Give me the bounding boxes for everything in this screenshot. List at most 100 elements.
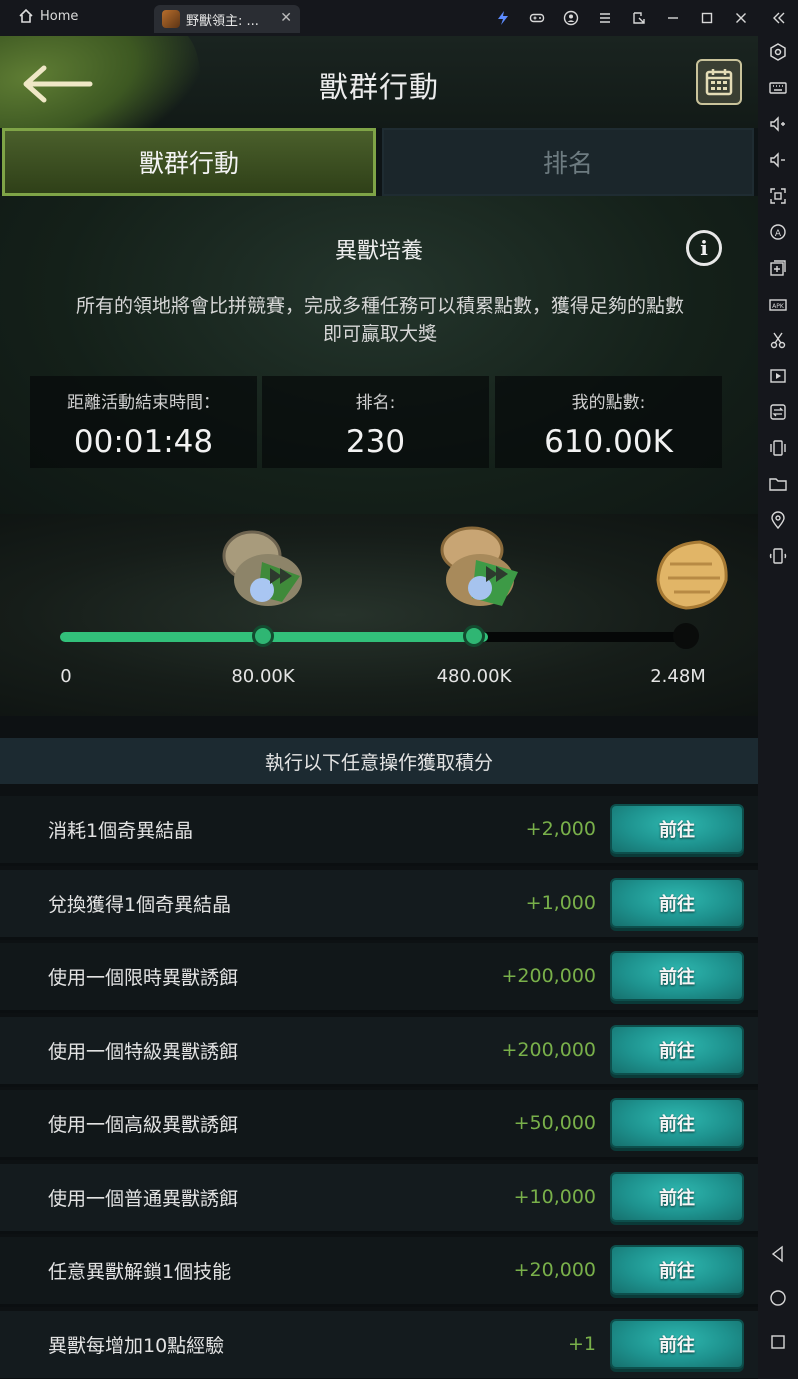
emulator-sidebar: A APK	[758, 36, 798, 1379]
menu-icon[interactable]	[588, 0, 622, 36]
task-row: 使用一個普通異獸誘餌 +10,000 前往	[0, 1163, 758, 1234]
go-button[interactable]: 前往	[610, 1098, 744, 1148]
volume-down-icon[interactable]	[766, 148, 790, 172]
my-points-label: 我的點數:	[571, 393, 646, 413]
page-title: 獸群行動	[318, 70, 439, 104]
game-app-icon	[162, 10, 180, 28]
go-button[interactable]: 前往	[610, 1318, 744, 1369]
go-button[interactable]: 前往	[610, 1024, 744, 1075]
home-nav-icon[interactable]	[766, 1286, 790, 1310]
task-points: +1	[567, 1332, 596, 1355]
add-app-icon[interactable]	[766, 256, 790, 280]
game-header: 獸群行動	[0, 36, 758, 180]
location-icon[interactable]	[766, 508, 790, 532]
calendar-button[interactable]	[696, 59, 742, 105]
tab-close-icon[interactable]: ✕	[280, 10, 292, 26]
task-label: 異獸每增加10點經驗	[48, 1334, 225, 1357]
rank-value: 230	[345, 424, 406, 460]
back-nav-icon[interactable]	[766, 1242, 790, 1266]
reward-chest-open-icon[interactable]	[212, 516, 312, 616]
reward-progress-panel: 0 80.00K 480.00K 2.48M	[0, 514, 758, 716]
task-points: +200,000	[501, 965, 597, 987]
account-icon[interactable]	[554, 0, 588, 36]
task-points: +2,000	[525, 818, 596, 840]
reward-chest-closed-icon[interactable]	[640, 524, 740, 624]
task-row: 兌換獲得1個奇異結晶 +1,000 前往	[0, 869, 758, 940]
close-icon[interactable]	[724, 0, 758, 36]
external-icon[interactable]	[622, 0, 656, 36]
game-screen: 獸群行動 獸群行動 排名 異獸培養 i 所有的領地將會比拼競賽，完成多種任務可以…	[0, 36, 758, 1379]
calendar-icon	[705, 69, 733, 96]
rank-label: 排名:	[355, 393, 396, 413]
screenshot-icon[interactable]	[766, 184, 790, 208]
collapse-icon[interactable]	[758, 0, 798, 36]
emulator-titlebar: Home 野獸領主: ... ✕	[0, 0, 798, 36]
milestone-node	[463, 625, 485, 647]
keyboard-icon[interactable]	[766, 76, 790, 100]
milestone-label: 80.00K	[231, 666, 295, 687]
rank-box: 排名: 230	[262, 376, 489, 468]
milestone-label: 480.00K	[436, 666, 512, 687]
task-label: 兌換獲得1個奇異結晶	[48, 893, 232, 916]
shake-icon[interactable]	[766, 436, 790, 460]
task-row: 使用一個限時異獸誘餌 +200,000 前往	[0, 943, 758, 1013]
milestone-node	[252, 625, 274, 647]
recents-nav-icon[interactable]	[766, 1330, 790, 1354]
task-row: 消耗1個奇異結晶 +2,000 前往	[0, 796, 758, 866]
settings-icon[interactable]	[766, 40, 790, 64]
go-button[interactable]: 前往	[610, 1245, 744, 1295]
event-description-line-1: 所有的領地將會比拼競賽，完成多種任務可以積累點數，獲得足夠的點數	[75, 295, 684, 317]
rotate-icon[interactable]: A	[766, 220, 790, 244]
progress-track	[60, 632, 686, 642]
device-icon[interactable]	[766, 544, 790, 568]
time-remaining-label: 距離活動結束時間：	[67, 393, 220, 413]
task-label: 使用一個高級異獸誘餌	[48, 1114, 239, 1136]
milestone-label: 2.48M	[650, 666, 706, 687]
go-button[interactable]: 前往	[610, 877, 744, 928]
apk-icon[interactable]: APK	[766, 292, 790, 316]
minimize-icon[interactable]	[656, 0, 690, 36]
record-icon[interactable]	[766, 364, 790, 388]
home-tab[interactable]: Home	[18, 8, 78, 24]
task-points: +20,000	[513, 1259, 596, 1281]
milestone-node	[673, 623, 699, 649]
task-label: 使用一個限時異獸誘餌	[48, 967, 239, 989]
tab-beast-action[interactable]: 獸群行動	[2, 128, 376, 196]
reward-chest-open-icon-2[interactable]	[428, 516, 528, 616]
task-row: 任意異獸解鎖1個技能 +20,000 前往	[0, 1237, 758, 1307]
time-remaining-value: 00:01:48	[73, 424, 214, 460]
task-label: 任意異獸解鎖1個技能	[48, 1261, 232, 1283]
app-tab[interactable]: 野獸領主: ... ✕	[154, 5, 300, 33]
maximize-icon[interactable]	[690, 0, 724, 36]
go-button[interactable]: 前往	[610, 1171, 744, 1222]
event-description: 所有的領地將會比拼競賽，完成多種任務可以積累點數，獲得足夠的點數 即可贏取大獎	[30, 292, 730, 348]
go-button[interactable]: 前往	[610, 951, 744, 1001]
task-points: +10,000	[513, 1185, 596, 1208]
milestone-label: 0	[60, 666, 72, 687]
task-points: +1,000	[525, 891, 596, 914]
task-row: 使用一個高級異獸誘餌 +50,000 前往	[0, 1090, 758, 1160]
tasks-header: 執行以下任意操作獲取積分	[0, 738, 758, 784]
tab-ranking[interactable]: 排名	[382, 128, 754, 196]
task-label: 使用一個特級異獸誘餌	[48, 1040, 239, 1063]
folder-icon[interactable]	[766, 472, 790, 496]
scissors-icon[interactable]	[766, 328, 790, 352]
gamepad-icon[interactable]	[520, 0, 554, 36]
my-points-box: 我的點數: 610.00K	[495, 376, 722, 468]
task-row: 異獸每增加10點經驗 +1 前往	[0, 1310, 758, 1379]
task-label: 使用一個普通異獸誘餌	[48, 1187, 239, 1210]
progress-fill	[60, 632, 489, 642]
home-tab-label: Home	[40, 8, 79, 24]
task-label: 消耗1個奇異結晶	[48, 820, 194, 842]
tab-bar: 獸群行動 排名	[0, 128, 758, 196]
task-points: +50,000	[513, 1112, 596, 1134]
my-points-value: 610.00K	[544, 424, 673, 460]
volume-up-icon[interactable]	[766, 112, 790, 136]
bolt-icon[interactable]	[486, 0, 520, 36]
go-button[interactable]: 前往	[610, 804, 744, 854]
info-icon[interactable]: i	[686, 230, 722, 266]
task-points: +200,000	[501, 1038, 597, 1061]
event-title: 異獸培養	[334, 239, 423, 264]
sync-icon[interactable]	[766, 400, 790, 424]
event-panel: 異獸培養 i 所有的領地將會比拼競賽，完成多種任務可以積累點數，獲得足夠的點數 …	[0, 196, 758, 518]
